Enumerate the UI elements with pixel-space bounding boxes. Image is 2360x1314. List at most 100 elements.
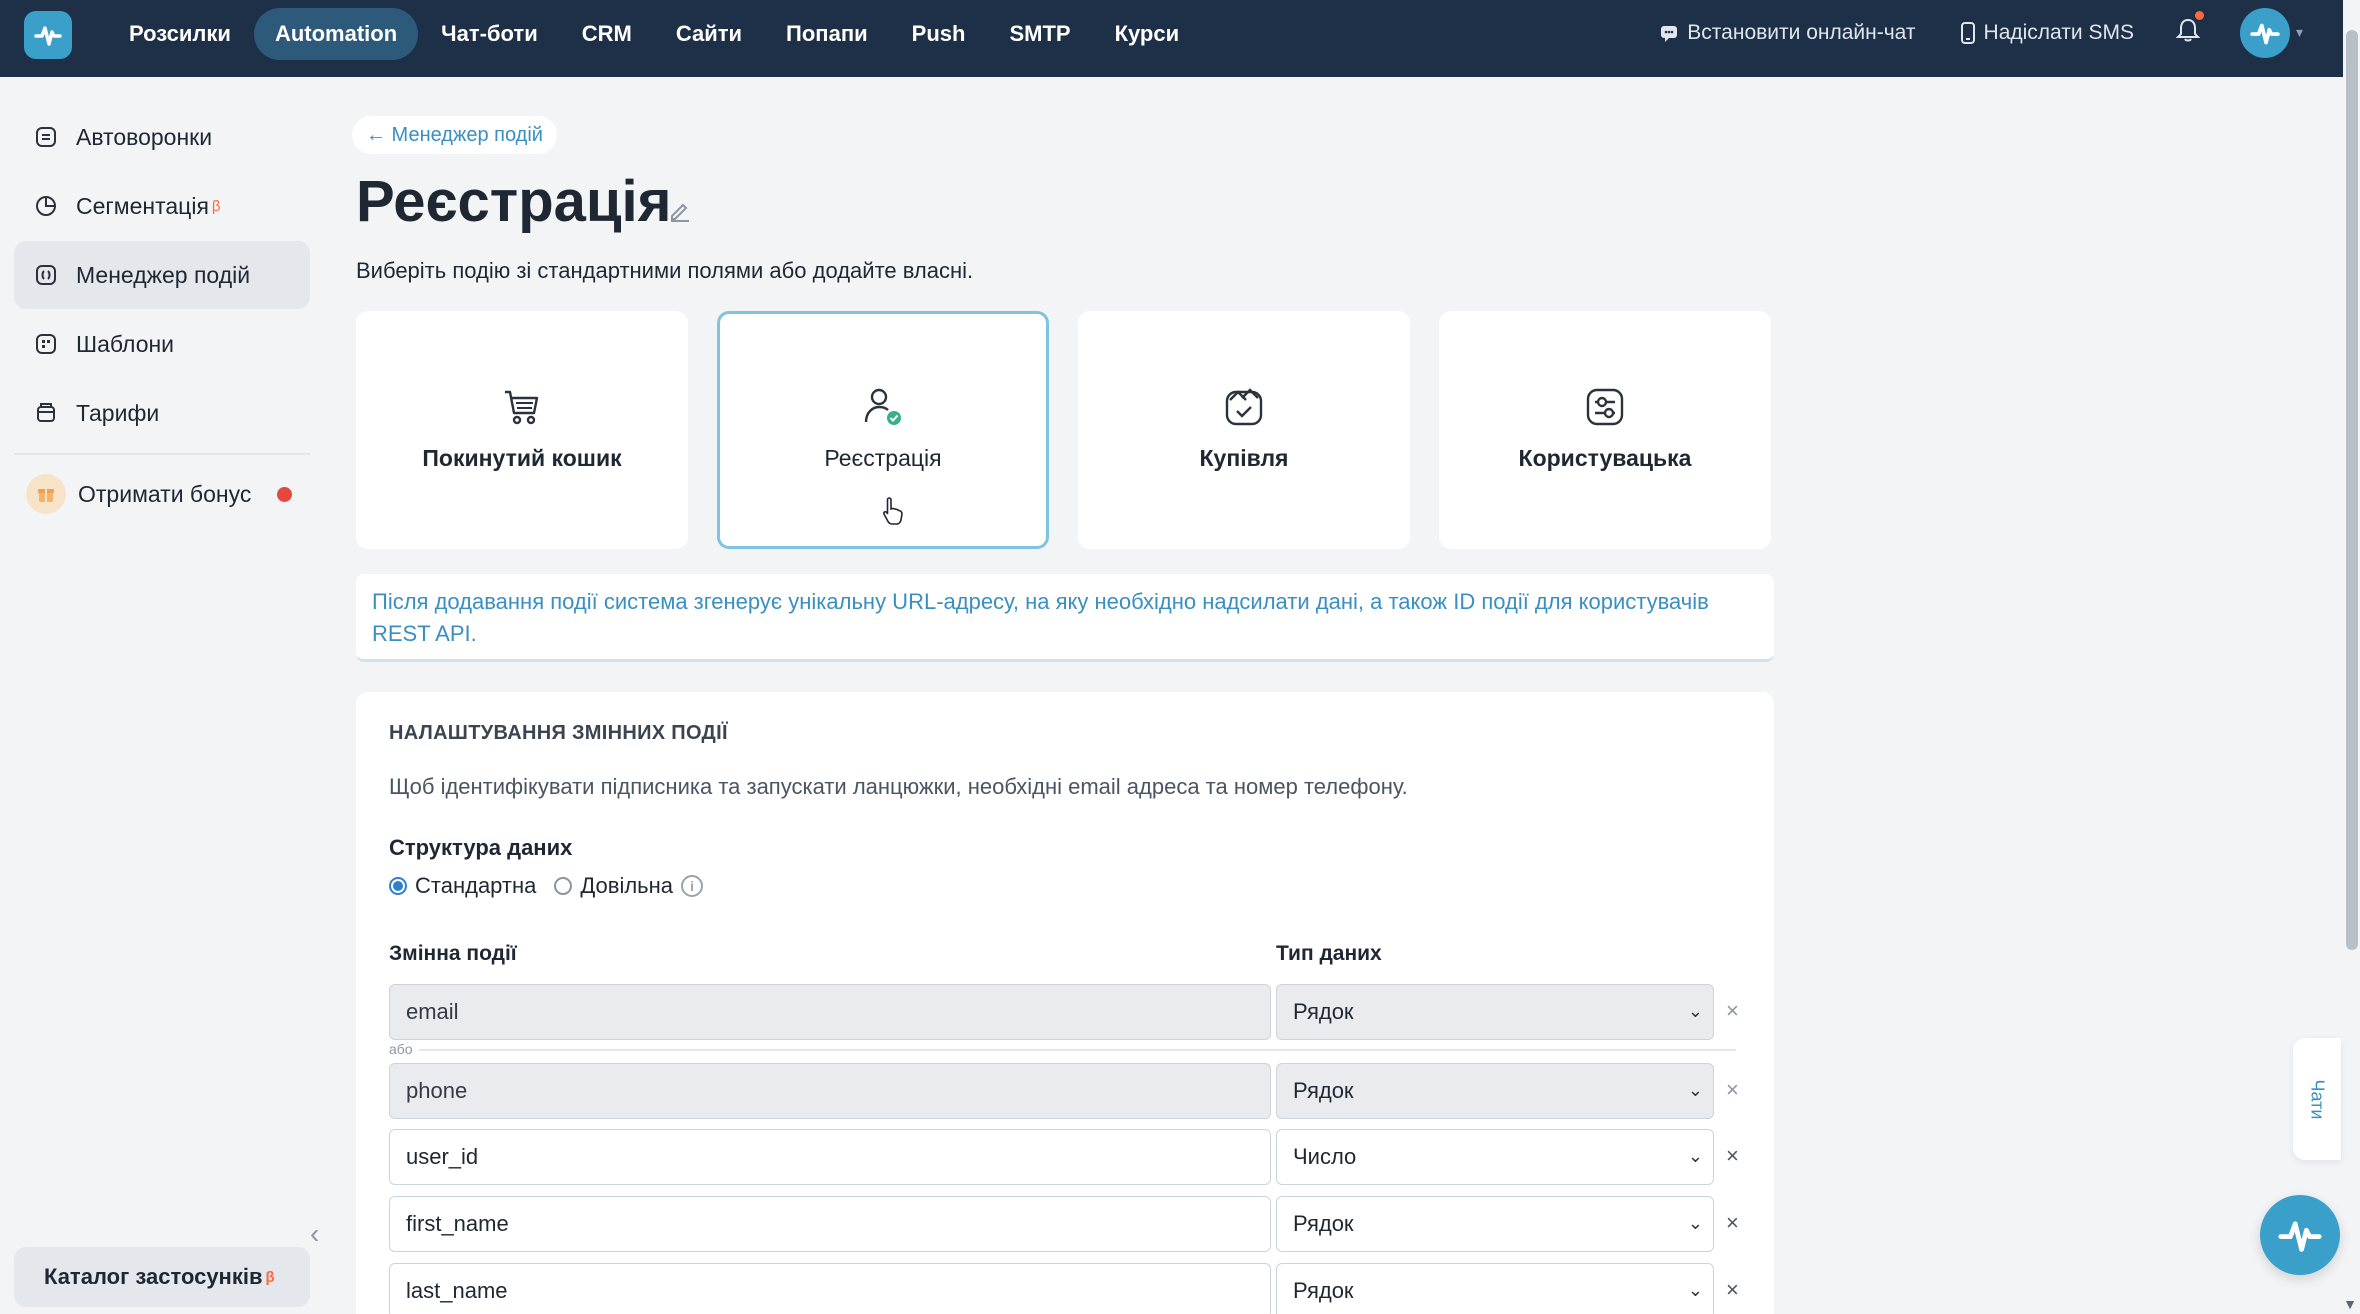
gift-icon [26, 474, 66, 514]
event-card-label: Реєстрація [824, 445, 942, 471]
sidebar-item-get-bonus[interactable]: Отримати бонус [14, 460, 310, 528]
beta-badge: β [211, 197, 221, 215]
user-check-icon [861, 385, 905, 429]
nav-item-chatbots[interactable]: Чат-боти [420, 8, 559, 60]
info-notice: Після додавання події система згенерує у… [356, 574, 1774, 662]
sidebar-item-label: Отримати бонус [78, 480, 252, 507]
sidebar-item-templates[interactable]: Шаблони [14, 310, 310, 378]
chevron-down-icon[interactable]: ▾ [2296, 24, 2303, 41]
nav-item-popups[interactable]: Попапи [765, 8, 889, 60]
custom-icon [1583, 385, 1627, 429]
chevron-down-icon: ⌄ [1687, 1001, 1703, 1021]
sidebar-item-segmentation[interactable]: Сегментація β [14, 172, 310, 240]
apps-catalog-label: Каталог застосунків [44, 1264, 263, 1289]
section-description: Щоб ідентифікувати підписника та запуска… [389, 774, 1408, 799]
nav-item-push[interactable]: Push [891, 8, 987, 60]
remove-row-icon[interactable]: × [1726, 1277, 1739, 1303]
variable-name-input[interactable]: user_id [389, 1129, 1271, 1185]
sidebar-item-label: Сегментація [76, 192, 209, 219]
page-title: Реєстрація [356, 169, 672, 234]
variable-name-input[interactable]: email [389, 984, 1271, 1040]
nav-item-mailings[interactable]: Розсилки [108, 8, 252, 60]
variable-name-input[interactable]: last_name [389, 1263, 1271, 1314]
collapse-sidebar-icon[interactable]: ‹ [310, 1218, 319, 1250]
nav-item-courses[interactable]: Курси [1094, 8, 1201, 60]
event-card-custom[interactable]: Користувацька [1439, 311, 1771, 549]
event-card-label: Покинутий кошик [422, 445, 622, 471]
data-type-value: Рядок [1293, 1211, 1354, 1236]
phone-icon [1960, 21, 1975, 44]
radio-dot[interactable] [554, 877, 573, 895]
nav-item-sites[interactable]: Сайти [655, 8, 763, 60]
radio-standard-label: Стандартна [415, 873, 537, 898]
data-structure-label: Структура даних [389, 835, 573, 860]
sidebar-item-label: Шаблони [76, 330, 175, 357]
logo-icon[interactable] [24, 11, 72, 59]
notifications-bell-icon[interactable] [2175, 11, 2204, 48]
send-sms-link[interactable]: Надіслати SMS [1960, 21, 2134, 45]
page-subtitle: Виберіть подію зі стандартними полями аб… [356, 258, 974, 283]
variable-name-input[interactable]: first_name [389, 1196, 1271, 1252]
breadcrumb[interactable]: ← Менеджер подій [352, 116, 557, 154]
chats-tab-label: Чати [2307, 1079, 2328, 1119]
events-icon [34, 263, 58, 287]
radio-custom-label: Довільна [580, 873, 674, 898]
sidebar-item-label: Тарифи [76, 399, 160, 426]
scrollbar[interactable]: ▼ [2343, 0, 2360, 1314]
data-type-value: Число [1293, 1144, 1357, 1169]
data-type-select[interactable]: Рядок ⌄ [1276, 1196, 1714, 1252]
event-card-abandoned-cart[interactable]: Покинутий кошик [356, 311, 688, 549]
remove-row-icon[interactable]: × [1726, 1210, 1739, 1236]
data-type-select[interactable]: Число ⌄ [1276, 1129, 1714, 1185]
notification-dot [2194, 11, 2204, 20]
top-navbar: Розсилки Automation Чат-боти CRM Сайти П… [0, 0, 2343, 77]
event-variables-panel: НАЛАШТУВАННЯ ЗМІННИХ ПОДІЇ Щоб ідентифік… [356, 692, 1774, 1314]
apps-catalog-button[interactable]: Каталог застосунків β [14, 1247, 310, 1307]
chat-icon [1661, 25, 1678, 42]
remove-row-icon[interactable]: × [1726, 1077, 1739, 1103]
event-card-label: Купівля [1199, 445, 1289, 471]
tariffs-icon [34, 401, 58, 425]
sidebar-item-events-manager[interactable]: Менеджер подій [14, 241, 310, 309]
chats-tab[interactable]: Чати [2293, 1038, 2341, 1160]
sidebar-divider [14, 453, 310, 455]
scrollbar-thumb[interactable] [2346, 30, 2358, 950]
nav-item-smtp[interactable]: SMTP [988, 8, 1091, 60]
sidebar-item-tariffs[interactable]: Тарифи [14, 379, 310, 447]
pulse-icon [2278, 1221, 2322, 1252]
sidebar-item-autofunnels[interactable]: Автоворонки [14, 103, 310, 171]
nav-item-automation[interactable]: Automation [253, 8, 419, 60]
sidebar-item-label: Менеджер подій [76, 261, 251, 288]
sidebar-item-label: Автоворонки [76, 123, 213, 150]
sidebar: Автоворонки Сегментація β Менеджер подій … [0, 77, 324, 1314]
column-header-type: Тип даних [1276, 942, 1382, 965]
beta-badge: β [265, 1268, 275, 1286]
remove-row-icon[interactable]: × [1726, 998, 1739, 1024]
install-chat-link[interactable]: Встановити онлайн-чат [1659, 20, 1916, 45]
install-chat-label: Встановити онлайн-чат [1687, 20, 1916, 44]
radio-standard[interactable]: Стандартна [389, 873, 536, 899]
data-type-select[interactable]: Рядок ⌄ [1276, 1063, 1714, 1119]
radio-custom[interactable]: Довільна [554, 873, 673, 899]
info-icon[interactable]: i [681, 875, 704, 897]
remove-row-icon[interactable]: × [1726, 1143, 1739, 1169]
funnel-icon [34, 125, 58, 149]
avatar[interactable] [2239, 7, 2290, 58]
purchase-icon [1222, 385, 1266, 429]
chat-widget-button[interactable] [2260, 1195, 2340, 1275]
main-menu: Розсилки Automation Чат-боти CRM Сайти П… [108, 8, 1202, 60]
pointer-cursor-icon [882, 496, 906, 531]
variable-name-input[interactable]: phone [389, 1063, 1271, 1119]
column-header-variable: Змінна події [389, 942, 517, 965]
data-type-value: Рядок [1293, 1078, 1354, 1103]
data-structure-radio-group: Стандартна Довільна i [389, 873, 704, 899]
nav-item-crm[interactable]: CRM [561, 8, 653, 60]
segment-icon [34, 194, 58, 218]
chevron-down-icon: ⌄ [1687, 1080, 1703, 1100]
scroll-down-arrow-icon[interactable]: ▼ [2343, 1296, 2357, 1312]
edit-pencil-icon[interactable] [668, 198, 692, 227]
event-card-purchase[interactable]: Купівля [1078, 311, 1410, 549]
data-type-select[interactable]: Рядок ⌄ [1276, 1263, 1714, 1314]
data-type-select[interactable]: Рядок ⌄ [1276, 984, 1714, 1040]
radio-dot[interactable] [389, 877, 407, 895]
